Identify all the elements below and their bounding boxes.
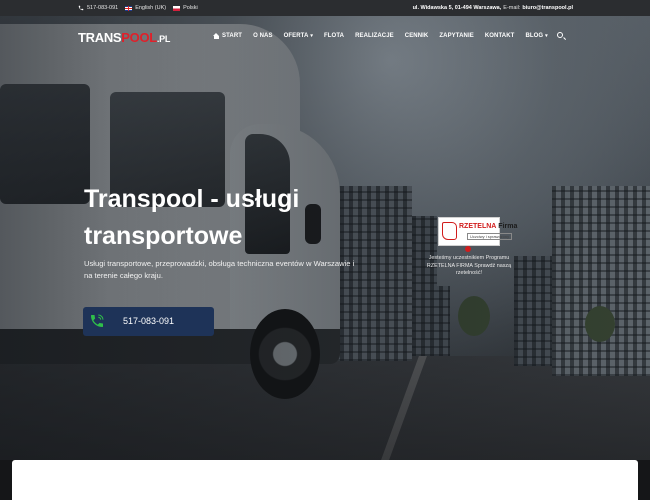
phone-icon <box>78 5 84 11</box>
logo-part-trans: TRANS <box>78 30 122 45</box>
nav-item-start[interactable]: START <box>213 33 242 39</box>
badge-title-red: RZETELNA <box>459 223 497 230</box>
top-phone-link[interactable]: 517-083-091 <box>78 5 118 11</box>
nav-item-realizacje[interactable]: REALIZACJE <box>355 33 394 39</box>
top-email-link[interactable]: biuro@transpool.pl <box>522 5 573 11</box>
lang-pl-link[interactable]: Polski <box>173 5 198 11</box>
badge-dot-icon <box>465 246 471 252</box>
uk-flag-icon <box>125 5 133 11</box>
lang-en-label: English (UK) <box>135 5 167 11</box>
hero-title: Transpool - usługi transportowe <box>84 185 300 250</box>
lang-en-link[interactable]: English (UK) <box>125 5 166 11</box>
badge-title: RZETELNA Firma <box>459 223 517 230</box>
top-email-label: E-mail: <box>503 5 521 11</box>
call-button[interactable]: 517-083-091 <box>83 307 214 336</box>
nav-item-o-nas[interactable]: O NAS <box>253 33 273 39</box>
poland-map-icon <box>442 222 457 240</box>
badge-description[interactable]: Jesteśmy uczestnikiem Programu RZETELNA … <box>422 255 516 278</box>
nav-label: OFERTA <box>283 33 309 39</box>
nav-label: REALIZACJE <box>355 33 394 39</box>
badge-title-dark: Firma <box>496 223 518 230</box>
phone-call-icon <box>91 314 104 327</box>
caret-down-icon: ▾ <box>545 33 548 39</box>
nav-label: CENNIK <box>404 33 429 39</box>
content-card <box>12 460 638 500</box>
nav-label: START <box>222 33 243 39</box>
caret-down-icon: ▾ <box>310 33 314 39</box>
nav-item-oferta[interactable]: OFERTA ▾ <box>284 33 313 39</box>
logo-part-pl: .PL <box>156 34 171 44</box>
nav-label: KONTAKT <box>484 33 515 39</box>
nav-label: ZAPYTANIE <box>439 33 474 39</box>
main-nav: START O NAS OFERTA ▾ FLOTA REALIZACJE CEN… <box>213 28 548 44</box>
nav-item-zapytanie[interactable]: ZAPYTANIE <box>439 33 473 39</box>
logo-part-pool: POOL <box>121 30 157 45</box>
top-address: ul. Widawska 5, 01-494 Warszawa, <box>412 5 502 11</box>
nav-item-kontakt[interactable]: KONTAKT <box>485 33 515 39</box>
top-bar-right: ul. Widawska 5, 01-494 Warszawa, E-mail:… <box>413 0 573 16</box>
call-button-number: 517-083-091 <box>123 316 175 326</box>
top-bar-left: 517-083-091 English (UK) Polski <box>78 0 198 16</box>
nav-item-flota[interactable]: FLOTA <box>324 33 344 39</box>
top-bar: 517-083-091 English (UK) Polski ul. Wida… <box>0 0 650 16</box>
pl-flag-icon <box>173 5 181 11</box>
rzetelna-firma-badge[interactable]: RZETELNA Firma Uczciwy i sprawdzony <box>438 217 517 246</box>
search-icon[interactable] <box>557 32 563 38</box>
nav-label: BLOG <box>525 33 544 39</box>
home-icon <box>213 33 220 39</box>
nav-label: O NAS <box>253 33 273 39</box>
top-phone-text: 517-083-091 <box>87 5 119 11</box>
nav-item-cennik[interactable]: CENNIK <box>405 33 429 39</box>
lang-pl-label: Polski <box>183 5 198 11</box>
badge-subtitle: Uczciwy i sprawdzony <box>467 233 513 240</box>
nav-item-blog[interactable]: BLOG ▾ <box>525 33 547 39</box>
site-logo[interactable]: TRANSPOOL.PL <box>78 30 170 45</box>
nav-label: FLOTA <box>324 33 345 39</box>
hero-description: Usługi transportowe, przeprowadzki, obsł… <box>84 259 355 280</box>
